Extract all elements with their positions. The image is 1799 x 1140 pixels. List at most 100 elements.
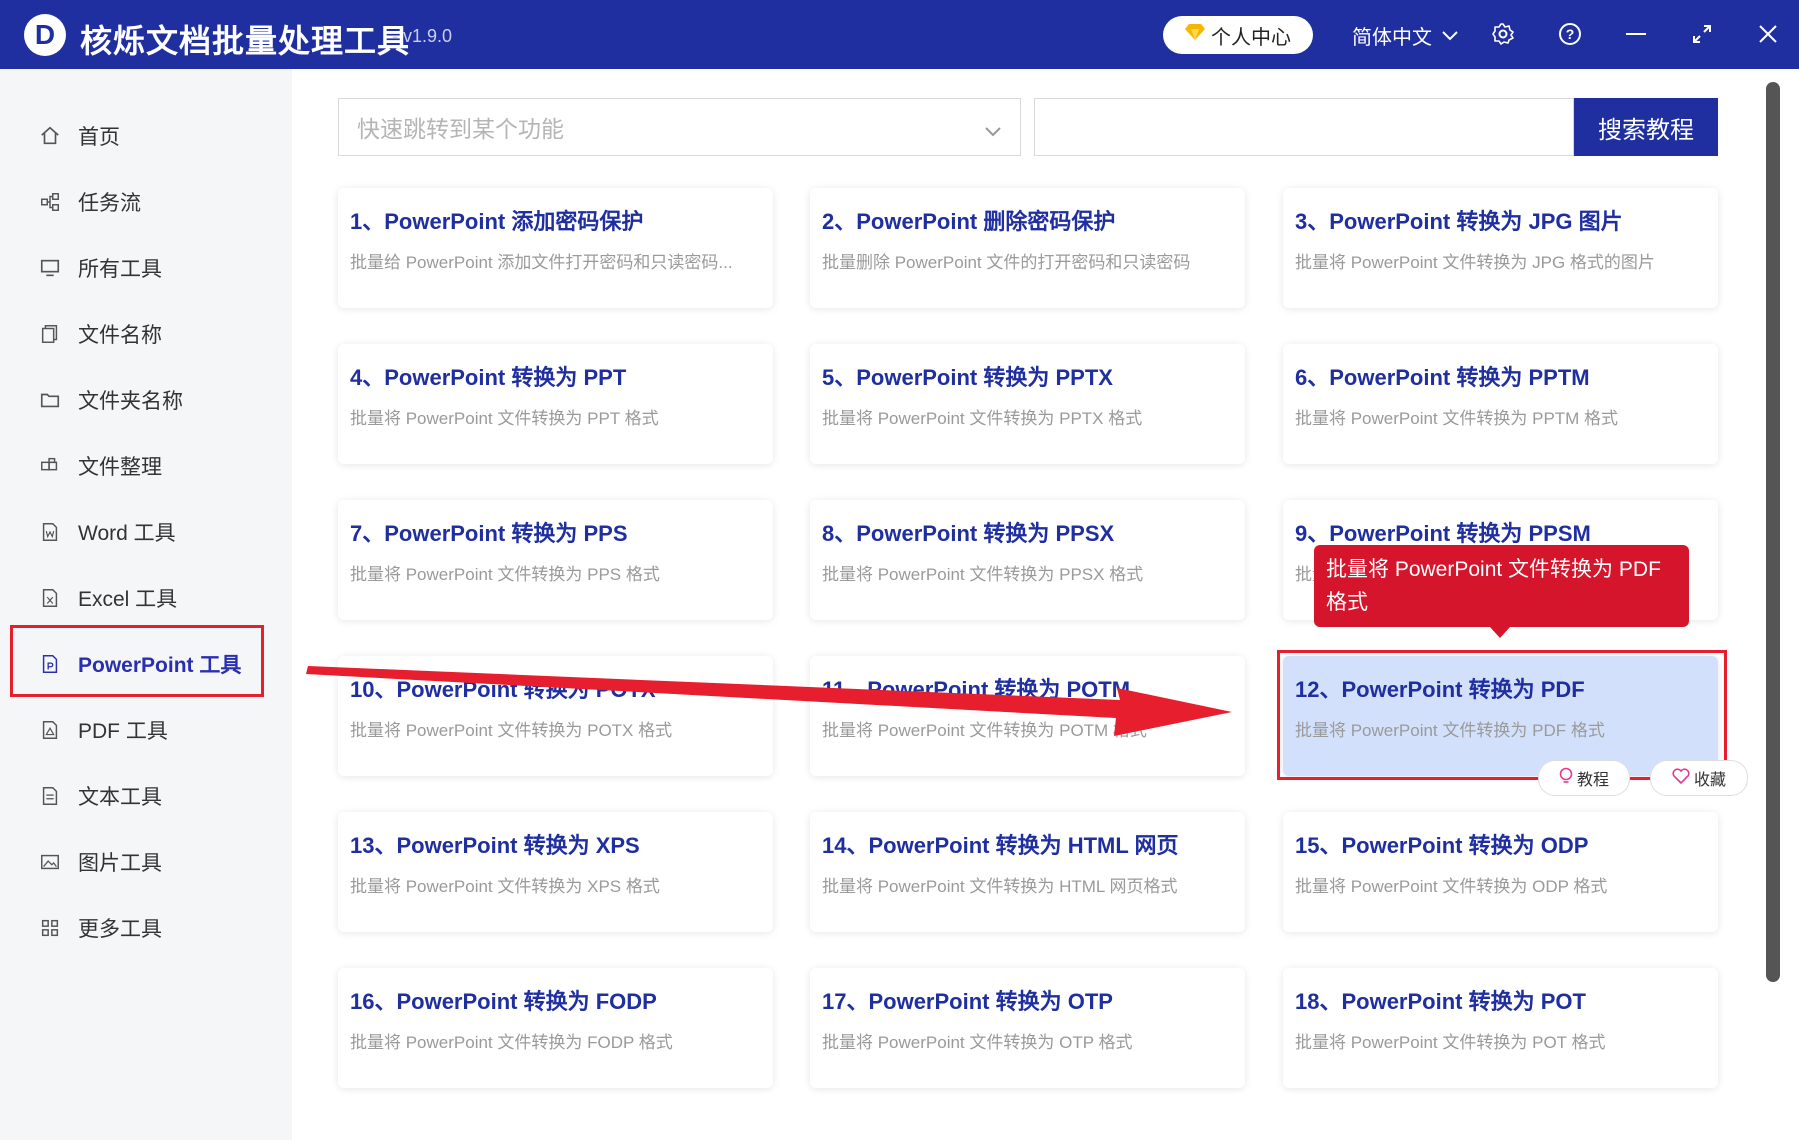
tool-card-description: 批量将 PowerPoint 文件转换为 POT 格式	[1295, 1033, 1606, 1052]
tool-card-description: 批量将 PowerPoint 文件转换为 PPTM 格式	[1295, 409, 1619, 428]
app-logo-letter: D	[34, 19, 56, 50]
card-tooltip: 批量将 PowerPoint 文件转换为 PDF 格式	[1314, 545, 1689, 627]
help-icon[interactable]: ?	[1550, 14, 1590, 54]
svg-text:?: ?	[1566, 26, 1575, 42]
chevron-down-icon	[984, 117, 1002, 144]
language-selector[interactable]: 简体中文	[1352, 21, 1458, 50]
language-label: 简体中文	[1352, 27, 1432, 49]
tool-card[interactable]: 15、PowerPoint 转换为 ODP 批量将 PowerPoint 文件转换…	[1283, 812, 1718, 932]
tool-card-title: 2、PowerPoint 删除密码保护	[822, 209, 1116, 234]
tool-card-description: 批量将 PowerPoint 文件转换为 ODP 格式	[1295, 877, 1608, 896]
excel-file-icon	[36, 587, 64, 609]
sidebar-item-label: 文本工具	[78, 786, 162, 809]
sidebar-item-4[interactable]: 文件夹名称	[14, 370, 262, 430]
sidebar-item-label: PDF 工具	[78, 720, 168, 743]
tool-card-description: 批量将 PowerPoint 文件转换为 OTP 格式	[822, 1033, 1133, 1052]
tool-card-description: 批量将 PowerPoint 文件转换为 PPT 格式	[350, 409, 659, 428]
tool-card-description: 批量将 PowerPoint 文件转换为 POTM 格式	[822, 721, 1147, 740]
tool-card-title: 5、PowerPoint 转换为 PPTX	[822, 365, 1113, 390]
tutorial-button[interactable]: 教程	[1538, 760, 1630, 796]
sidebar-item-label: 所有工具	[78, 258, 162, 281]
word-file-icon	[36, 521, 64, 543]
tool-card[interactable]: 4、PowerPoint 转换为 PPT 批量将 PowerPoint 文件转换为…	[338, 344, 773, 464]
chevron-down-icon	[1442, 24, 1458, 47]
sidebar-item-10[interactable]: 文本工具	[14, 766, 262, 826]
app-title: 核烁文档批量处理工具	[80, 23, 411, 59]
tool-card[interactable]: 13、PowerPoint 转换为 XPS 批量将 PowerPoint 文件转换…	[338, 812, 773, 932]
sidebar-item-label: 文件整理	[78, 456, 162, 479]
tool-card[interactable]: 14、PowerPoint 转换为 HTML 网页批量将 PowerPoint …	[810, 812, 1245, 932]
sidebar-item-2[interactable]: 所有工具	[14, 238, 262, 298]
title-bar: D 核烁文档批量处理工具 - v1.9.0 个人中心 简体中文 ?	[0, 0, 1799, 69]
settings-gear-icon[interactable]	[1483, 14, 1523, 54]
annotation-box-sidebar	[10, 625, 264, 697]
image-icon	[36, 851, 64, 873]
sidebar-item-0[interactable]: 首页	[14, 106, 262, 166]
tool-card[interactable]: 1、PowerPoint 添加密码保护 批量给 PowerPoint 添加文件打开…	[338, 188, 773, 308]
tool-card-title: 14、PowerPoint 转换为 HTML 网页	[822, 833, 1179, 858]
favorite-button-label: 收藏	[1693, 772, 1726, 789]
pdf-file-icon	[36, 719, 64, 741]
sidebar-item-12[interactable]: 更多工具	[14, 898, 262, 958]
tool-card-description: 批量将 PowerPoint 文件转换为 HTML 网页格式	[822, 877, 1178, 896]
tool-card-description: 批量将 PowerPoint 文件转换为 JPG 格式的图片	[1295, 253, 1655, 272]
tool-card[interactable]: 2、PowerPoint 删除密码保护批量删除 PowerPoint 文件的打开…	[810, 188, 1245, 308]
tool-card[interactable]: 8、PowerPoint 转换为 PPSX 批量将 PowerPoint 文件转换…	[810, 500, 1245, 620]
tool-card[interactable]: 18、PowerPoint 转换为 POT 批量将 PowerPoint 文件转换…	[1283, 968, 1718, 1088]
heart-icon	[1672, 767, 1690, 789]
file-copy-icon	[36, 323, 64, 345]
tool-card-description: 批量将 PowerPoint 文件转换为 PPS 格式	[350, 565, 660, 584]
sidebar-item-6[interactable]: Word 工具	[14, 502, 262, 562]
minimize-icon[interactable]	[1616, 14, 1656, 54]
quick-jump-placeholder: 快速跳转到某个功能	[357, 116, 564, 142]
quick-jump-select[interactable]: 快速跳转到某个功能	[338, 98, 1021, 156]
tool-card[interactable]: 3、PowerPoint 转换为 JPG 图片 批量将 PowerPoint 文件…	[1283, 188, 1718, 308]
tool-card[interactable]: 16、PowerPoint 转换为 FODP 批量将 PowerPoint 文件转…	[338, 968, 773, 1088]
tool-card-title: 17、PowerPoint 转换为 OTP	[822, 989, 1113, 1014]
tool-card-title: 4、PowerPoint 转换为 PPT	[350, 365, 627, 390]
tool-card-title: 9、PowerPoint 转换为 PPSM	[1295, 521, 1591, 546]
tool-card-title: 13、PowerPoint 转换为 XPS	[350, 833, 640, 858]
sidebar-item-5[interactable]: 文件整理	[14, 436, 262, 496]
sidebar-item-label: 文件夹名称	[78, 390, 183, 413]
tool-card[interactable]: 7、PowerPoint 转换为 PPS 批量将 PowerPoint 文件转换为…	[338, 500, 773, 620]
sidebar-item-label: 文件名称	[78, 324, 162, 347]
sidebar-item-7[interactable]: Excel 工具	[14, 568, 262, 628]
maximize-icon[interactable]	[1682, 14, 1722, 54]
tool-card[interactable]: 6、PowerPoint 转换为 PPTM 批量将 PowerPoint 文件转换…	[1283, 344, 1718, 464]
tool-card-description: 批量删除 PowerPoint 文件的打开密码和只读密码	[822, 253, 1191, 272]
tool-card-description: 批量将 PowerPoint 文件转换为 PPTX 格式	[822, 409, 1143, 428]
tool-card-title: 15、PowerPoint 转换为 ODP	[1295, 833, 1589, 858]
sidebar-item-label: 图片工具	[78, 852, 162, 875]
grid-icon	[36, 917, 64, 939]
close-icon[interactable]	[1748, 14, 1788, 54]
user-center-button[interactable]: 个人中心	[1163, 16, 1313, 54]
tool-card[interactable]: 11、PowerPoint 转换为 POTM 批量将 PowerPoint 文件转…	[810, 656, 1245, 776]
tool-card[interactable]: 5、PowerPoint 转换为 PPTX 批量将 PowerPoint 文件转换…	[810, 344, 1245, 464]
favorite-button[interactable]: 收藏	[1650, 760, 1748, 796]
content-gutter	[262, 69, 292, 1140]
sidebar-item-1[interactable]: 任务流	[14, 172, 262, 232]
sidebar-item-9[interactable]: PDF 工具	[14, 700, 262, 760]
home-icon	[36, 125, 64, 147]
workflow-icon	[36, 191, 64, 213]
search-tutorial-button[interactable]: 搜索教程	[1574, 98, 1718, 156]
tutorial-search-input[interactable]	[1034, 98, 1574, 156]
tool-card[interactable]: 10、PowerPoint 转换为 POTX 批量将 PowerPoint 文件转…	[338, 656, 773, 776]
tool-card-title: 11、PowerPoint 转换为 POTM	[822, 677, 1131, 702]
tool-card-title: 7、PowerPoint 转换为 PPS	[350, 521, 628, 546]
sidebar-item-11[interactable]: 图片工具	[14, 832, 262, 892]
vertical-scrollbar[interactable]	[1766, 82, 1780, 982]
tool-card-description: 批量将 PowerPoint 文件转换为 FODP 格式	[350, 1033, 673, 1052]
sidebar-item-label: 首页	[78, 126, 120, 149]
sidebar-item-3[interactable]: 文件名称	[14, 304, 262, 364]
tutorial-button-label: 教程	[1576, 772, 1609, 789]
tool-card-description: 批量将 PowerPoint 文件转换为 XPS 格式	[350, 877, 660, 896]
tool-card-title: 8、PowerPoint 转换为 PPSX	[822, 521, 1115, 546]
tool-card-description: 批量将 PowerPoint 文件转换为 POTX 格式	[350, 721, 673, 740]
tool-card[interactable]: 17、PowerPoint 转换为 OTP 批量将 PowerPoint 文件转换…	[810, 968, 1245, 1088]
lightbulb-icon	[1559, 767, 1573, 790]
folder-icon	[36, 389, 64, 411]
sidebar-item-label: 更多工具	[78, 918, 162, 941]
sidebar-item-label: Word 工具	[78, 522, 176, 545]
